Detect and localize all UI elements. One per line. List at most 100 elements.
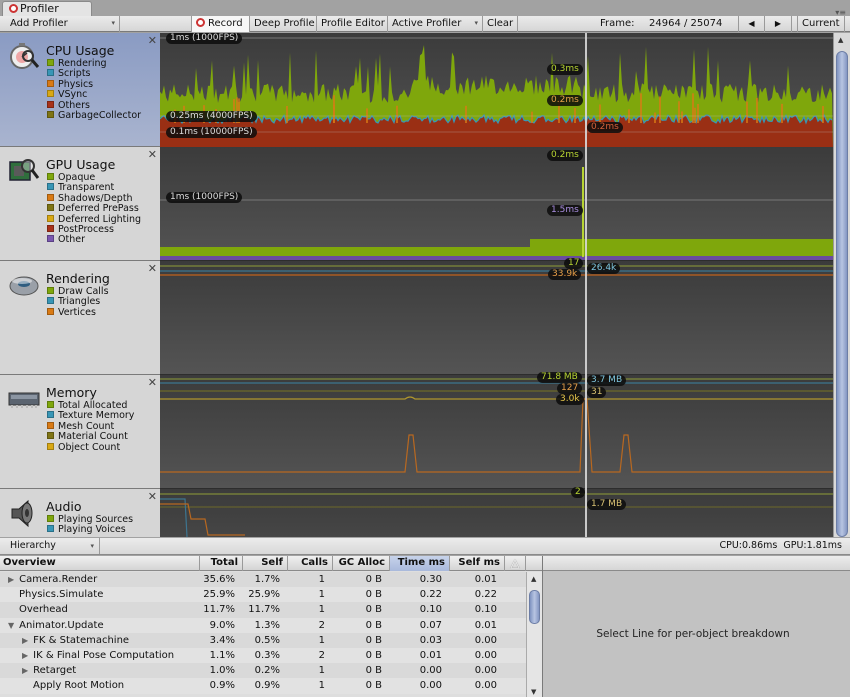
row-name: ▶ FK & Statemachine <box>22 633 129 648</box>
memory-legend: Total Allocated Texture Memory Mesh Coun… <box>47 400 134 453</box>
column-time-ms[interactable]: Time ms <box>390 556 450 571</box>
legend-item[interactable]: GarbageCollector <box>47 110 141 121</box>
column-overview[interactable]: Overview <box>0 556 200 571</box>
collapsed-arrow-icon[interactable]: ▶ <box>22 666 28 675</box>
legend-item[interactable]: Other <box>47 235 141 245</box>
scrollbar-thumb[interactable] <box>836 51 848 537</box>
scale-label: 0.1ms (10000FPS) <box>166 127 257 138</box>
current-frame-button[interactable]: Current <box>797 16 845 32</box>
close-icon[interactable]: ✕ <box>148 34 157 47</box>
table-row[interactable]: ▶ Retarget 1.0% 0.2% 1 0 B 0.00 0.00 <box>0 663 526 679</box>
close-icon[interactable]: ✕ <box>148 148 157 161</box>
scrollbar-thumb[interactable] <box>529 590 540 624</box>
module-rendering[interactable]: Rendering ✕ Draw Calls Triangles Vertice… <box>0 261 160 375</box>
hierarchy-table: Overview Total Self Calls GC Alloc Time … <box>0 556 542 697</box>
rendering-chart[interactable]: 17 33.9k 26.4k <box>160 258 833 375</box>
legend-label: Opaque <box>58 172 96 183</box>
cpu-chart[interactable]: 1ms (1000FPS) 0.25ms (4000FPS) 0.1ms (10… <box>160 33 833 147</box>
selected-frame-marker[interactable] <box>585 33 587 537</box>
legend-swatch <box>47 59 54 66</box>
table-row[interactable]: ▶ Camera.Render 35.6% 1.7% 1 0 B 0.30 0.01 <box>0 572 526 588</box>
legend-label: Vertices <box>58 306 96 318</box>
table-row[interactable]: ▶ IK & Final Pose Computation 1.1% 0.3% 2 0 B… <box>0 648 526 664</box>
column-calls[interactable]: Calls <box>288 556 333 571</box>
profile-editor-button[interactable]: Profile Editor <box>317 16 388 32</box>
record-button[interactable]: Record <box>192 16 250 32</box>
cell-self-ms: 0.00 <box>474 650 497 661</box>
legend-label: Other <box>58 234 85 246</box>
legend-item[interactable]: Vertices <box>47 306 109 318</box>
module-title: Rendering <box>46 271 110 286</box>
close-icon[interactable]: ✕ <box>148 262 157 275</box>
table-body: ▶ Camera.Render 35.6% 1.7% 1 0 B 0.30 0.01 Physi… <box>0 572 526 697</box>
value-label-total-allocated: 71.8 MB <box>537 372 582 383</box>
table-scrollbar[interactable]: ▲ ▼ <box>526 572 542 697</box>
legend-label: Object Count <box>58 441 121 453</box>
clear-button[interactable]: Clear <box>483 16 518 32</box>
cell-calls: 1 <box>318 604 325 616</box>
scroll-down-icon[interactable]: ▼ <box>531 688 536 696</box>
value-label-texture-memory: 3.7 MB <box>587 375 627 386</box>
cell-self-ms: 0.01 <box>474 574 497 585</box>
frame-label: Frame: <box>600 18 635 29</box>
legend-item[interactable]: Object Count <box>47 441 134 453</box>
scroll-up-icon[interactable]: ▲ <box>531 575 536 583</box>
active-profiler-dropdown[interactable]: Active Profiler ▾ <box>388 16 483 32</box>
torus-icon <box>9 276 39 296</box>
collapsed-arrow-icon[interactable]: ▶ <box>22 651 28 660</box>
view-mode-dropdown[interactable]: Hierarchy ▾ <box>0 538 100 554</box>
legend-label: Physics <box>58 78 94 90</box>
table-row[interactable]: ▼ Animator.Update 9.0% 1.3% 2 0 B 0.07 0.01 <box>0 617 526 633</box>
cell-self-ms: 0.00 <box>474 665 497 677</box>
legend-swatch <box>47 421 54 429</box>
previous-frame-button[interactable]: ◀ <box>738 16 765 32</box>
object-breakdown-header <box>543 556 850 571</box>
legend-swatch <box>47 235 54 243</box>
stopwatch-icon <box>10 43 40 69</box>
module-audio[interactable]: Audio ✕ Playing Sources Playing Voices <box>0 489 160 537</box>
audio-chart[interactable]: 2 1.7 MB <box>160 487 833 537</box>
toolbar-spacer <box>120 16 192 32</box>
column-total[interactable]: Total <box>200 556 243 571</box>
table-row[interactable]: Overhead 11.7% 11.7% 1 0 B 0.10 0.10 <box>0 602 526 618</box>
add-profiler-dropdown[interactable]: Add Profiler ▾ <box>0 16 120 32</box>
value-label-triangles: 26.4k <box>587 263 621 274</box>
scale-label: 0.25ms (4000FPS) <box>166 111 257 122</box>
memory-chart[interactable]: 71.8 MB 3.7 MB 127 31 3.0k <box>160 372 833 489</box>
module-gpu-usage[interactable]: GPU Usage ✕ Opaque Transparent Shadows/D… <box>0 147 160 261</box>
column-gc-alloc[interactable]: GC Alloc <box>333 556 390 571</box>
charts-scrollbar[interactable]: ▲ <box>833 33 850 537</box>
collapsed-arrow-icon[interactable]: ▶ <box>8 575 14 584</box>
legend-label: Transparent <box>58 182 115 194</box>
table-row[interactable]: ▶ FK & Statemachine 3.4% 0.5% 1 0 B 0.03 0.00 <box>0 632 526 648</box>
legend-item[interactable]: Playing Voices <box>47 525 133 535</box>
row-name: ▶ Retarget <box>22 663 76 678</box>
warning-icon[interactable]: △ <box>505 556 526 571</box>
close-icon[interactable]: ✕ <box>148 376 157 389</box>
legend-swatch <box>47 173 54 180</box>
scroll-up-icon[interactable]: ▲ <box>838 36 843 44</box>
row-label: Retarget <box>33 665 77 677</box>
next-frame-button[interactable]: ▶ <box>765 16 792 32</box>
gpu-chart[interactable]: 1ms (1000FPS) 0.2ms 1.5ms <box>160 147 833 261</box>
collapsed-arrow-icon[interactable]: ▶ <box>22 636 28 645</box>
cell-self-ms: 0.22 <box>474 589 497 601</box>
expanded-arrow-icon[interactable]: ▼ <box>8 621 14 630</box>
close-icon[interactable]: ✕ <box>148 490 157 503</box>
table-row[interactable]: Physics.Simulate 25.9% 25.9% 1 0 B 0.22 0.22 <box>0 587 526 603</box>
legend-swatch <box>47 515 54 522</box>
cell-time: 0.01 <box>419 650 442 661</box>
table-row[interactable]: Apply Root Motion 0.9% 0.9% 1 0 B 0.00 0.00 <box>0 678 526 694</box>
deep-profile-button[interactable]: Deep Profile <box>250 16 317 32</box>
module-cpu-usage[interactable]: CPU Usage ✕ Rendering Scripts Physics VS… <box>0 33 160 147</box>
cell-total: 9.0% <box>209 619 235 631</box>
legend-swatch <box>47 411 54 419</box>
profiler-tab[interactable]: Profiler <box>2 1 92 17</box>
legend-label: Playing Sources <box>58 514 134 525</box>
profiler-charts[interactable]: 1ms (1000FPS) 0.25ms (4000FPS) 0.1ms (10… <box>160 33 833 537</box>
column-self-ms[interactable]: Self ms <box>450 556 505 571</box>
column-self[interactable]: Self <box>243 556 288 571</box>
module-memory[interactable]: Memory ✕ Total Allocated Texture Memory … <box>0 375 160 489</box>
cell-self: 0.5% <box>254 634 280 646</box>
row-label: Physics.Simulate <box>19 589 104 601</box>
